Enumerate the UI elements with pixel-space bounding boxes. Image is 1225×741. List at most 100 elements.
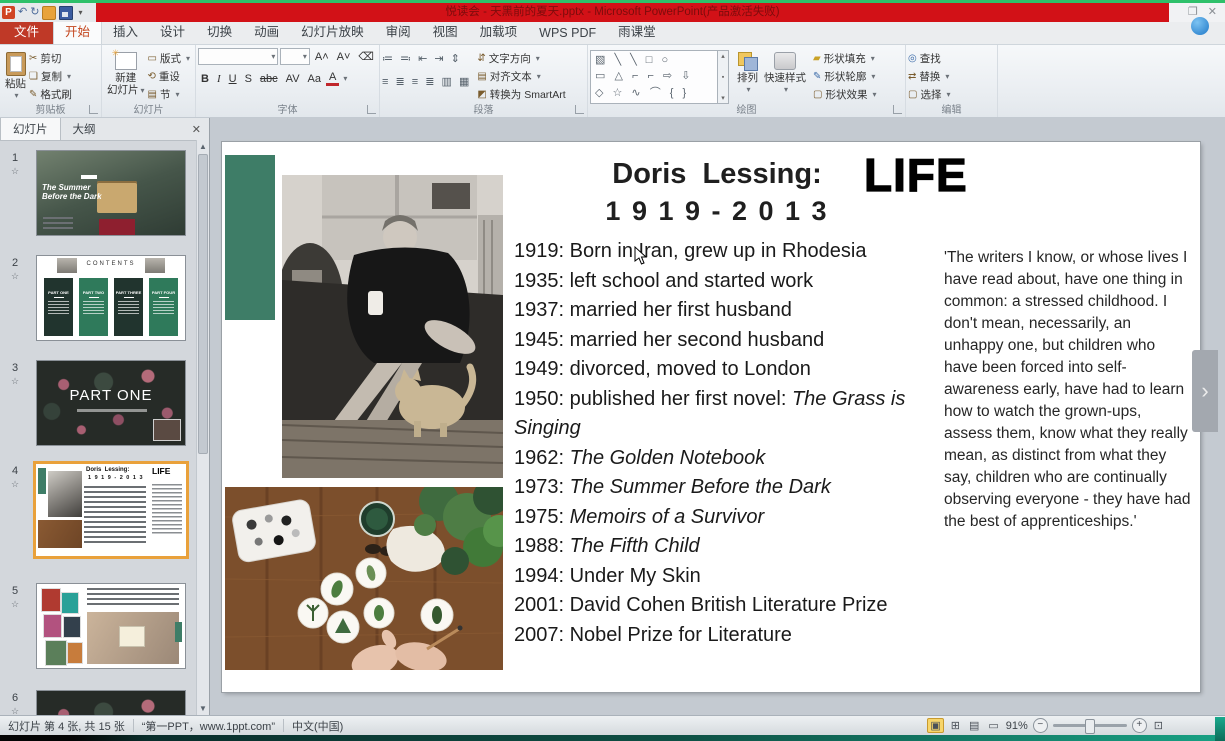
scroll-handle-icon[interactable]: ▪ [722, 74, 724, 81]
slide-number: 4 [12, 465, 18, 477]
slide-thumbnail-3[interactable]: PART ONE [36, 360, 186, 446]
strikethrough-button[interactable]: abc [257, 72, 281, 86]
shape-effects-button[interactable]: ▢形状效果▾ [813, 87, 876, 102]
close-button[interactable]: ✕ [1208, 7, 1217, 18]
fit-to-window-button[interactable]: ⊡ [1152, 719, 1165, 732]
new-slide-button[interactable]: 新建 幻灯片▾ [104, 48, 148, 105]
panel-scrollbar[interactable]: ▲ ▼ [196, 140, 209, 715]
shapes-gallery-scrollbar[interactable]: ▴ ▪ ▾ [718, 50, 729, 104]
slide-thumbnail-5[interactable] [36, 583, 186, 669]
shrink-font-button[interactable]: A˅ [334, 50, 354, 64]
addin-icon[interactable] [42, 6, 56, 20]
clipboard-dialog-launcher[interactable] [89, 105, 98, 114]
grow-font-button[interactable]: A˄ [312, 50, 332, 64]
quick-access-toolbar: P ↶ ↻ ▾ [0, 3, 96, 22]
quote-text-block[interactable]: 'The writers I know, or whose lives I ha… [944, 247, 1192, 533]
character-spacing-button[interactable]: AV [283, 72, 303, 86]
green-accent-rectangle[interactable] [225, 155, 275, 320]
language-indicator[interactable]: 中文(中国) [292, 718, 343, 734]
paragraph-dialog-launcher[interactable] [575, 105, 584, 114]
slide-thumbnail-6[interactable] [36, 690, 186, 715]
zoom-level[interactable]: 91% [1006, 720, 1028, 732]
redo-button[interactable]: ↻ [30, 7, 39, 18]
slide-title-line1[interactable]: Doris Lessing: [552, 158, 882, 191]
zoom-slider-thumb[interactable] [1085, 719, 1095, 734]
chevron-down-icon: ▾ [872, 90, 876, 99]
scroll-up-icon[interactable]: ▴ [721, 52, 725, 60]
chevron-down-icon: ▾ [303, 52, 307, 61]
slide-title-life[interactable]: LIFE [864, 148, 968, 202]
layout-button[interactable]: ▭版式▾ [148, 51, 190, 66]
drawing-dialog-launcher[interactable] [893, 105, 902, 114]
find-icon: ◎ [908, 53, 917, 64]
quick-styles-button[interactable]: 快速样式 ▾ [761, 48, 809, 105]
scrollbar-thumb[interactable] [198, 154, 208, 454]
shadow-button[interactable]: S [242, 72, 255, 86]
right-panel-expand-button[interactable]: › [1192, 350, 1218, 432]
qat-dropdown-icon[interactable]: ▾ [78, 8, 82, 17]
craft-table-photo[interactable] [225, 487, 503, 670]
powerpoint-logo-icon[interactable]: P [2, 6, 15, 19]
section-button[interactable]: ▤节▾ [148, 87, 190, 102]
tab-wps-pdf[interactable]: WPS PDF [528, 22, 607, 44]
align-text-button[interactable]: ▤对齐文本▾ [477, 69, 565, 84]
change-case-button[interactable]: Aa [305, 72, 324, 86]
clear-formatting-button[interactable]: ⌫ [355, 49, 377, 64]
slide-thumbnail-2[interactable]: CONTENTS PART ONE PART TWO PART THREE PA… [36, 255, 186, 341]
shapes-row[interactable]: ▭ △ ⌐ ⌐ ⇨ ⇩ [595, 70, 713, 83]
restore-button[interactable]: ❐ [1188, 7, 1198, 18]
thumbnail-list: 1 ☆ The Summer Before the Dark 2 ☆ CONTE… [0, 140, 196, 715]
font-size-select[interactable]: ▾ [280, 48, 309, 65]
undo-button[interactable]: ↶ [18, 7, 27, 18]
list-indent-icons[interactable]: ≔ ≕ ⇤ ⇥ ⇕ [382, 52, 471, 65]
save-button[interactable] [59, 6, 73, 20]
group-slides: 新建 幻灯片▾ ▭版式▾ ⟲重设 ▤节▾ 幻灯片 [102, 45, 196, 117]
slide-canvas[interactable]: Doris Lessing: 1 9 1 9 - 2 0 1 3 LIFE 19… [222, 142, 1200, 692]
find-button[interactable]: ◎查找 [908, 51, 950, 66]
normal-view-button[interactable]: ▣ [927, 718, 943, 733]
zoom-in-button[interactable]: + [1132, 718, 1147, 733]
font-color-button[interactable]: A [326, 71, 339, 86]
bold-button[interactable]: B [198, 72, 212, 86]
format-painter-icon: ✎ [29, 89, 37, 100]
slide-thumbnail-4-selected[interactable]: Doris Lessing: 1 9 1 9 - 2 0 1 3 LIFE [33, 461, 189, 559]
panel-close-icon[interactable]: ✕ [192, 123, 201, 136]
replace-button[interactable]: ⇄替换▾ [908, 69, 950, 84]
ribbon-tab-bar: 文件 开始 插入 设计 切换 动画 幻灯片放映 审阅 视图 加载项 WPS PD… [0, 22, 1225, 45]
shape-outline-button[interactable]: ✎形状轮廓▾ [813, 69, 876, 84]
slideshow-view-button[interactable]: ▭ [986, 719, 1000, 732]
panel-tab-slides[interactable]: 幻灯片 [0, 117, 61, 140]
slide-title-line2[interactable]: 1 9 1 9 - 2 0 1 3 [552, 196, 882, 227]
arrange-button[interactable]: 排列 ▾ [734, 48, 761, 105]
font-name-select[interactable]: ▾ [198, 48, 278, 65]
slide-thumbnail-1[interactable]: The Summer Before the Dark [36, 150, 186, 236]
format-painter-button[interactable]: ✎格式刷 [29, 87, 72, 102]
reading-view-button[interactable]: ▤ [967, 719, 981, 732]
shape-fill-button[interactable]: ▰形状填充▾ [813, 51, 876, 66]
select-button[interactable]: ▢选择▾ [908, 87, 950, 102]
italic-button[interactable]: I [214, 72, 224, 86]
copy-button[interactable]: ❏复制▾ [29, 69, 72, 84]
shapes-gallery[interactable]: ▧ ╲ ╲ □ ○ ▭ △ ⌐ ⌐ ⇨ ⇩ ◇ ☆ ∿ ⌒ { } [590, 50, 718, 104]
reset-button[interactable]: ⟲重设 [148, 69, 190, 84]
underline-button[interactable]: U [226, 72, 240, 86]
scroll-down-icon[interactable]: ▼ [197, 704, 209, 713]
replace-icon: ⇄ [908, 71, 916, 82]
scroll-up-icon[interactable]: ▲ [197, 142, 209, 151]
text-direction-button[interactable]: ⇵文字方向▾ [477, 51, 565, 66]
font-dialog-launcher[interactable] [367, 105, 376, 114]
shapes-row[interactable]: ▧ ╲ ╲ □ ○ [595, 54, 713, 67]
convert-smartart-button[interactable]: ◩转换为 SmartArt [477, 87, 565, 102]
doris-lessing-photo[interactable] [282, 175, 503, 478]
zoom-slider[interactable] [1053, 724, 1127, 727]
floating-overlay-icon[interactable] [1191, 17, 1209, 35]
shapes-row[interactable]: ◇ ☆ ∿ ⌒ { } [595, 87, 713, 100]
slide-sorter-view-button[interactable]: ⊞ [949, 719, 962, 732]
zoom-out-button[interactable]: − [1033, 718, 1048, 733]
paste-button[interactable]: 粘贴 ▾ [2, 48, 29, 105]
alignment-icons[interactable]: ≡ ≣ ≡ ≣ ▥ ▦ [382, 75, 471, 88]
timeline-text-block[interactable]: 1919: Born in Iran, grew up in Rhodesia … [514, 237, 948, 650]
timeline-line: 1949: divorced, moved to London [514, 355, 948, 385]
panel-tab-outline[interactable]: 大纲 [61, 118, 108, 140]
cut-button[interactable]: ✂剪切 [29, 51, 72, 66]
